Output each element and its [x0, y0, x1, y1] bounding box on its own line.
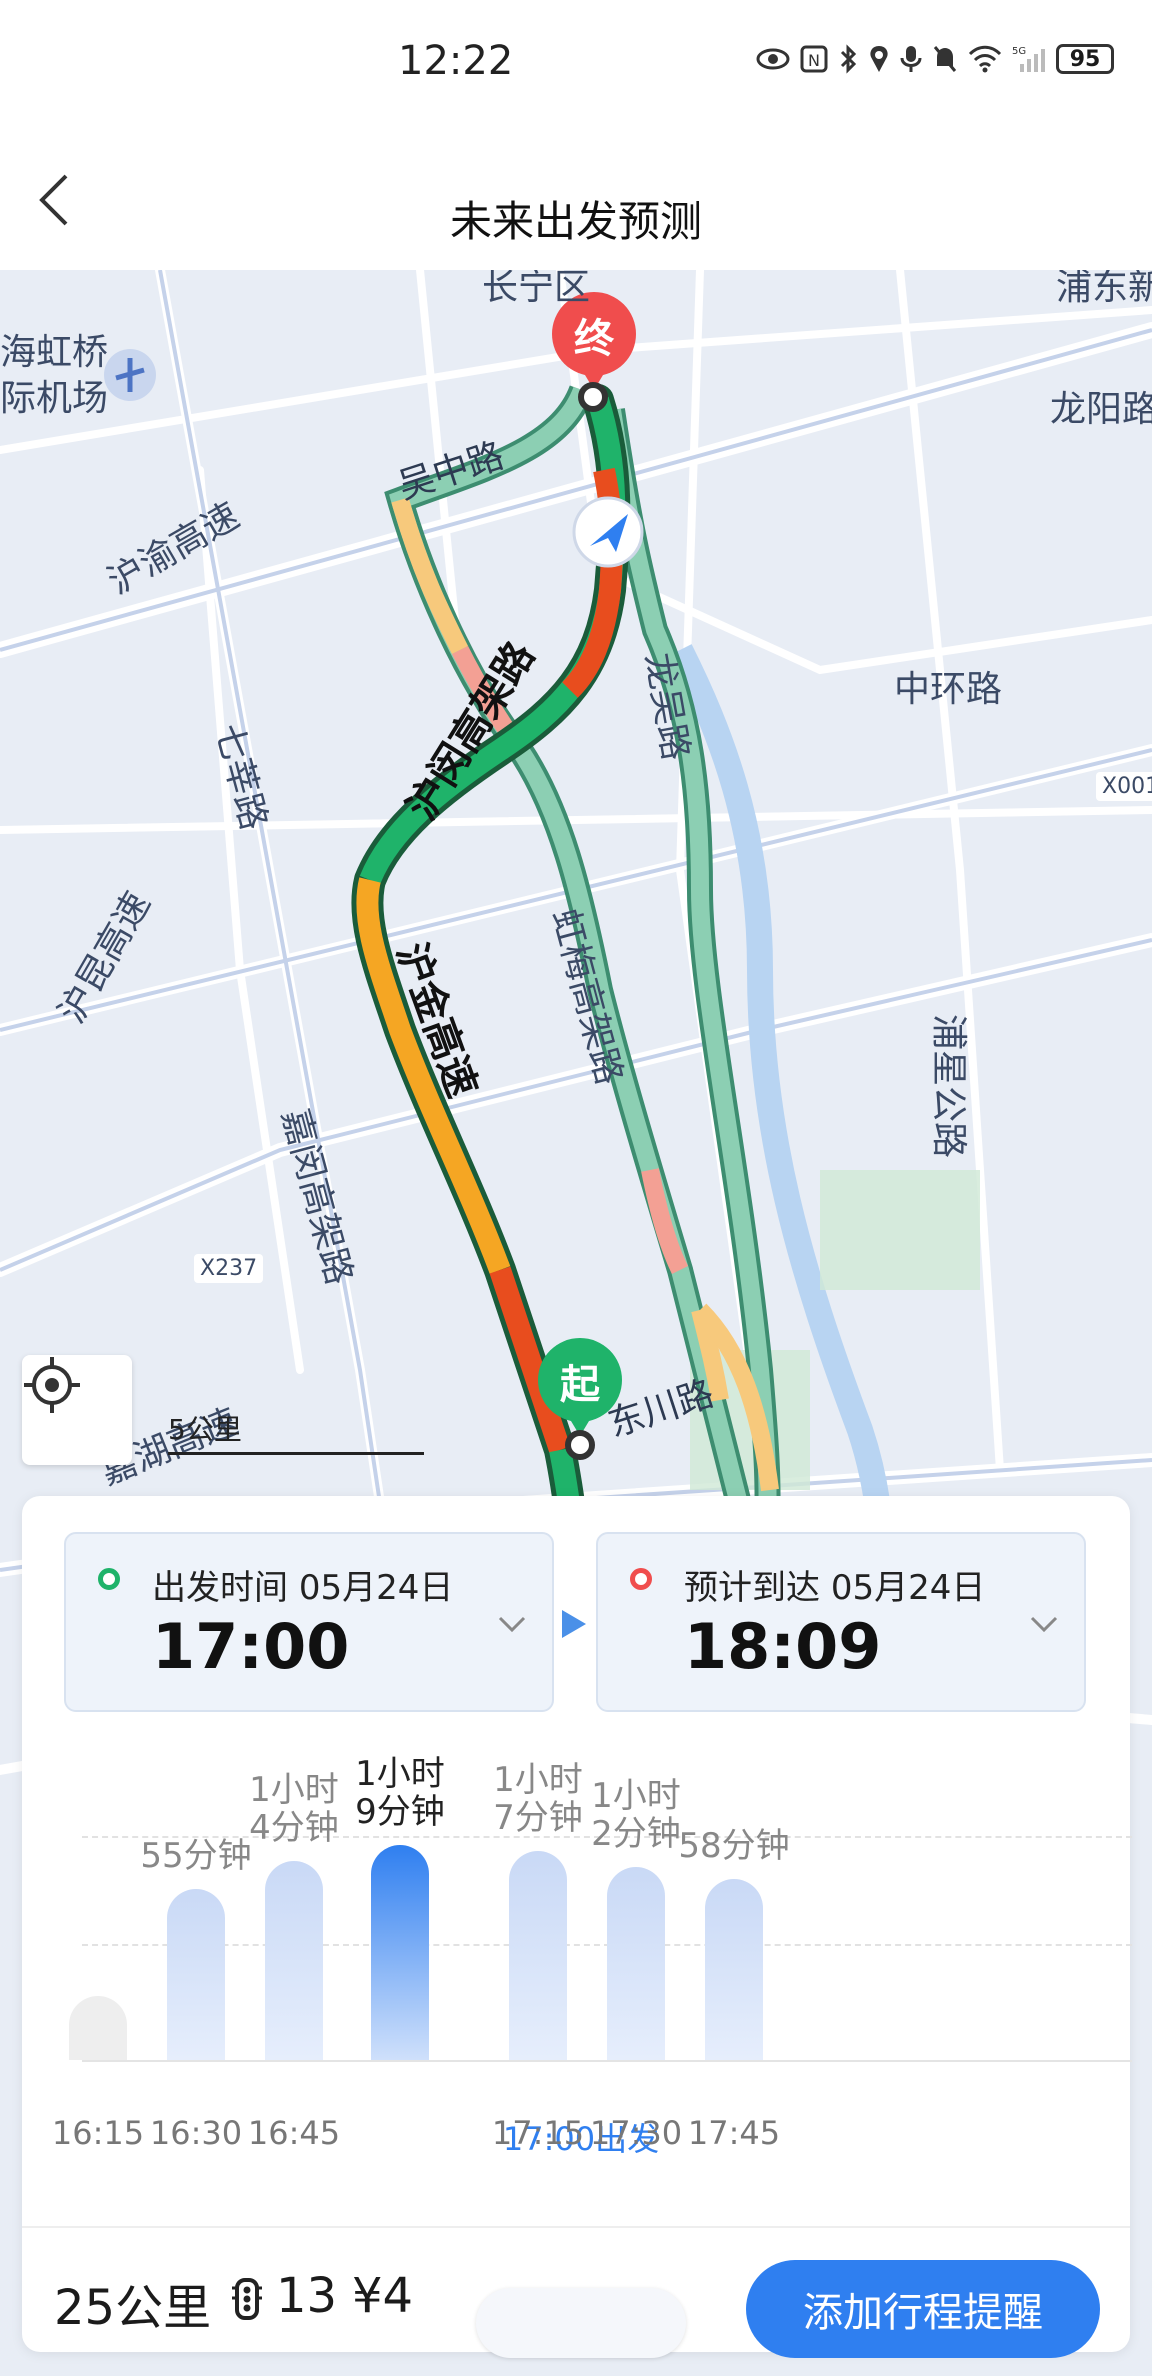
forecast-bar[interactable] — [509, 1851, 567, 2060]
battery-indicator: 95 — [1056, 44, 1114, 74]
add-trip-reminder-button[interactable]: 添加行程提醒 — [746, 2260, 1100, 2358]
arrow-right-icon — [562, 1610, 586, 1638]
traffic-light-icon — [232, 2278, 262, 2320]
crosshair-icon — [24, 1357, 80, 1413]
arrive-dot-icon — [630, 1568, 652, 1590]
forecast-time-tick[interactable]: 17:45 — [654, 2114, 814, 2152]
forecast-panel: 出发时间 05月24日 17:00 预计到达 05月24日 18:09 16:1… — [22, 1496, 1132, 2358]
locate-button[interactable] — [22, 1355, 132, 1465]
forecast-bar[interactable] — [265, 1861, 323, 2060]
map-scale-label: 5公里 — [168, 1413, 242, 1446]
map-label-puxing: 浦星公路 — [928, 1013, 970, 1159]
mute-icon — [932, 44, 958, 74]
forecast-duration-label: 58分钟 — [678, 1826, 790, 1866]
start-point-dot — [565, 1430, 595, 1460]
status-bar: 12:22 N 5G 95 — [0, 0, 1152, 130]
forecast-bar[interactable] — [167, 1889, 225, 2060]
forecast-time-tick[interactable]: 16:45 — [214, 2114, 374, 2152]
forecast-bar[interactable] — [69, 1996, 127, 2060]
forecast-bar[interactable] — [607, 1867, 665, 2060]
signal-icon: 5G — [1012, 44, 1046, 74]
page-title: 未来出发预测 — [449, 197, 702, 246]
forecast-bar[interactable] — [371, 1845, 429, 2060]
forecast-duration-label: 1小时 9分钟 — [355, 1754, 445, 1832]
chevron-down-icon — [1030, 1616, 1058, 1633]
map-scale-bar — [168, 1452, 424, 1455]
chart-baseline — [82, 2060, 1132, 2062]
map-label-changning: 长宁区 — [482, 270, 591, 308]
bluetooth-icon — [838, 44, 858, 74]
arrive-time: 18:09 — [684, 1610, 882, 1683]
mic-icon — [900, 44, 922, 74]
status-time: 12:22 — [398, 38, 514, 84]
map-label-zhonghuan: 中环路 — [894, 669, 1003, 710]
nav-bar: 未来出发预测 — [0, 130, 1152, 270]
chevron-down-icon — [498, 1616, 526, 1633]
eye-icon — [756, 44, 790, 74]
depart-label: 出发时间 05月24日 — [152, 1568, 454, 1608]
network-label: 5G — [1012, 46, 1026, 57]
map-label-x001: X001 — [1096, 772, 1152, 801]
status-icons: N 5G 95 — [756, 44, 1114, 74]
route-summary: 25公里 13 ¥4 添加行程提醒 — [22, 2226, 1130, 2358]
wifi-icon — [968, 44, 1002, 74]
traffic-light-count: 13 — [276, 2268, 338, 2324]
map-label-longyang: 龙阳路 — [1050, 389, 1152, 430]
route-fee: ¥4 — [352, 2268, 414, 2324]
depart-time: 17:00 — [152, 1610, 350, 1683]
forecast-chart: 16:15 55分钟 16:30 1小时 4分钟 16:45 1小时 9分钟 17:00出发… — [52, 1726, 1132, 2358]
map-label-airport: 海虹桥 际机场 — [0, 332, 109, 419]
arrive-time-card[interactable]: 预计到达 05月24日 18:09 — [596, 1532, 1086, 1712]
map-label-x237: X237 — [194, 1254, 264, 1283]
forecast-bar[interactable] — [705, 1879, 763, 2060]
map-label-pudong: 浦东新 — [1056, 270, 1152, 308]
nfc-icon: N — [800, 44, 828, 74]
depart-dot-icon — [98, 1568, 120, 1590]
depart-time-card[interactable]: 出发时间 05月24日 17:00 — [64, 1532, 554, 1712]
arrive-label: 预计到达 05月24日 — [684, 1568, 986, 1608]
end-marker-label: 终 — [574, 316, 614, 362]
location-icon — [868, 44, 890, 74]
svg-text:N: N — [808, 51, 820, 70]
end-point-dot — [578, 382, 608, 412]
route-distance: 25公里 — [54, 2280, 212, 2336]
